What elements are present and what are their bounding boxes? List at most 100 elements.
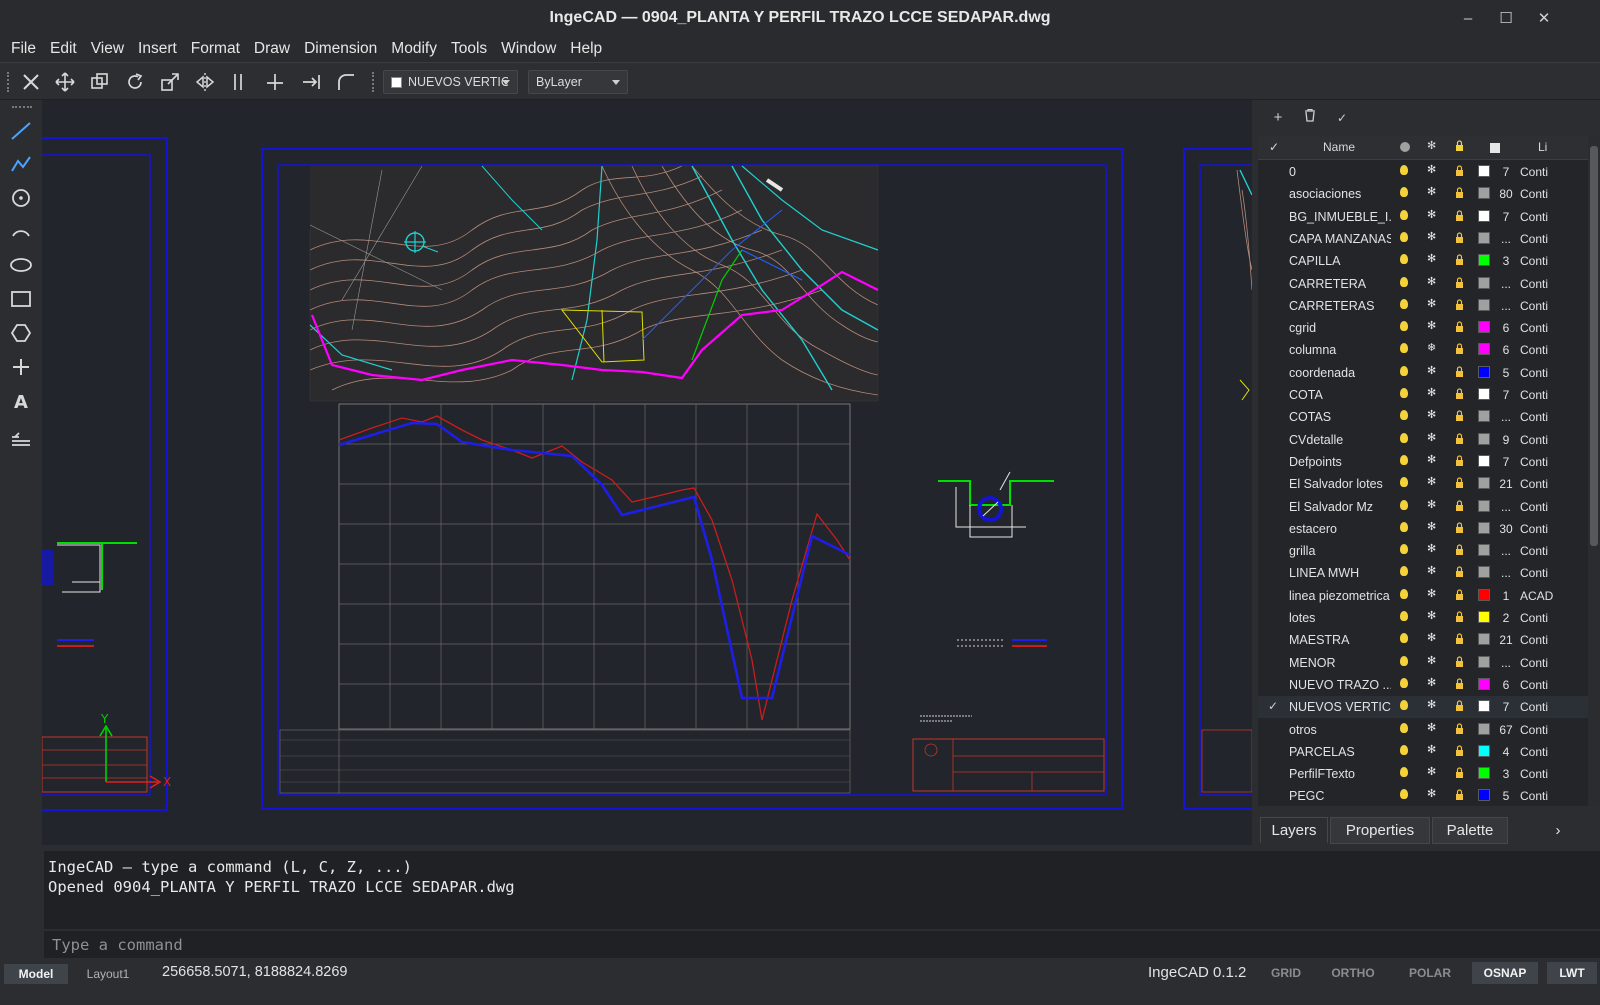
layer-linetype[interactable]: Conti	[1520, 477, 1548, 491]
fillet-icon[interactable]	[333, 69, 359, 95]
visibility-bulb-icon[interactable]	[1400, 343, 1408, 354]
lock-icon[interactable]	[1455, 655, 1464, 667]
visibility-bulb-icon[interactable]	[1400, 521, 1408, 532]
thawed-sun-icon[interactable]: ✻	[1427, 275, 1436, 288]
visibility-bulb-icon[interactable]	[1400, 209, 1408, 220]
thawed-sun-icon[interactable]: ✻	[1427, 743, 1436, 756]
layer-name[interactable]: El Salvador lotes	[1289, 477, 1391, 491]
layer-color-swatch[interactable]	[1478, 767, 1490, 780]
layer-name[interactable]: Defpoints	[1289, 455, 1391, 469]
extend-icon[interactable]	[298, 69, 324, 95]
layer-linetype[interactable]: Conti	[1520, 700, 1548, 714]
tab-layers[interactable]: Layers	[1260, 817, 1328, 844]
lock-icon[interactable]	[1455, 744, 1464, 756]
thawed-sun-icon[interactable]: ✻	[1427, 230, 1436, 243]
layer-name[interactable]: estacero	[1289, 522, 1391, 536]
layer-name[interactable]: columna	[1289, 343, 1391, 357]
thawed-sun-icon[interactable]: ✻	[1427, 319, 1436, 332]
lock-icon[interactable]	[1455, 588, 1464, 600]
layer-color-swatch[interactable]	[1478, 298, 1490, 311]
layer-name[interactable]: NUEVOS VERTICES	[1289, 700, 1391, 714]
visibility-bulb-icon[interactable]	[1400, 633, 1408, 644]
layer-color-swatch[interactable]	[1478, 321, 1490, 334]
layer-color-swatch[interactable]	[1478, 655, 1490, 668]
layer-linetype[interactable]: Conti	[1520, 254, 1548, 268]
layer-row[interactable]: MENOR ✻... Conti	[1258, 652, 1600, 674]
layer-name[interactable]: CARRETERAS	[1289, 299, 1391, 313]
offset-icon[interactable]	[225, 69, 251, 95]
layer-name[interactable]: MENOR	[1289, 656, 1391, 670]
layer-row[interactable]: PEGC ✻ 5 Conti	[1258, 785, 1600, 806]
tab-layout1[interactable]: Layout1	[78, 964, 138, 984]
visibility-bulb-icon[interactable]	[1400, 254, 1408, 265]
layer-linetype[interactable]: Conti	[1520, 433, 1548, 447]
toggle-osnap[interactable]: OSNAP	[1472, 962, 1538, 984]
layer-row[interactable]: CARRETERA ✻... Conti	[1258, 273, 1600, 295]
thawed-sun-icon[interactable]: ✻	[1427, 631, 1436, 644]
layer-name[interactable]: 0	[1289, 165, 1391, 179]
layer-row[interactable]: estacero ✻ 30 Conti	[1258, 518, 1600, 540]
layer-color-swatch[interactable]	[1478, 566, 1490, 579]
layer-name[interactable]: PARCELAS	[1289, 745, 1391, 759]
layer-color-swatch[interactable]	[1478, 521, 1490, 534]
thawed-sun-icon[interactable]: ✻	[1427, 587, 1436, 600]
layer-name[interactable]: El Salvador Mz	[1289, 500, 1391, 514]
layer-name[interactable]: grilla	[1289, 544, 1391, 558]
toolbar-grip-2[interactable]	[372, 72, 376, 92]
menu-format[interactable]: Format	[184, 40, 247, 58]
layer-name[interactable]: NUEVO TRAZO ...	[1289, 678, 1391, 692]
layer-color-swatch[interactable]	[1478, 544, 1490, 557]
layer-linetype[interactable]: Conti	[1520, 388, 1548, 402]
thawed-sun-icon[interactable]: ✻	[1427, 386, 1436, 399]
layer-color-swatch[interactable]	[1478, 789, 1490, 802]
layer-name[interactable]: LINEA MWH	[1289, 566, 1391, 580]
lock-icon[interactable]	[1455, 342, 1464, 355]
visibility-bulb-icon[interactable]	[1400, 187, 1408, 198]
lock-icon[interactable]	[1455, 298, 1464, 310]
layer-name[interactable]: CAPILLA	[1289, 254, 1391, 268]
minimize-button[interactable]: –	[1448, 0, 1488, 36]
layer-row[interactable]: LINEA MWH ✻... Conti	[1258, 562, 1600, 584]
lock-icon[interactable]	[1455, 521, 1464, 533]
visibility-bulb-icon[interactable]	[1400, 231, 1408, 242]
scrollbar-thumb[interactable]	[1590, 146, 1598, 546]
layer-color-swatch[interactable]	[1478, 187, 1490, 200]
layer-row[interactable]: ✓ NUEVOS VERTICES ✻ 7 Conti	[1258, 696, 1600, 719]
layer-linetype[interactable]: Conti	[1520, 723, 1548, 737]
lock-icon[interactable]	[1455, 766, 1464, 779]
menu-insert[interactable]: Insert	[131, 40, 184, 58]
layer-linetype[interactable]: Conti	[1520, 767, 1548, 781]
lock-icon[interactable]	[1455, 476, 1464, 489]
layer-name[interactable]: CAPA MANZANAS	[1289, 232, 1391, 246]
layer-color-swatch[interactable]	[1478, 744, 1490, 757]
rotate-icon[interactable]	[122, 69, 148, 95]
visibility-bulb-icon[interactable]	[1400, 744, 1408, 755]
layer-row[interactable]: NUEVO TRAZO ... ✻ 6 Conti	[1258, 674, 1600, 696]
layer-name[interactable]: asociaciones	[1289, 187, 1391, 201]
layer-color-swatch[interactable]	[1478, 276, 1490, 289]
close-button[interactable]: ✕	[1524, 0, 1564, 36]
layer-combo[interactable]: NUEVOS VERTICE	[383, 70, 518, 94]
layer-linetype[interactable]: Conti	[1520, 566, 1548, 580]
plus-icon[interactable]: +	[1269, 109, 1287, 127]
thawed-sun-icon[interactable]: ✻	[1427, 208, 1436, 221]
layer-color-swatch[interactable]	[1478, 611, 1490, 623]
thawed-sun-icon[interactable]: ✻	[1427, 297, 1436, 310]
layer-linetype[interactable]: Conti	[1520, 165, 1548, 179]
visibility-bulb-icon[interactable]	[1400, 789, 1408, 800]
lock-icon[interactable]	[1455, 186, 1464, 199]
visibility-bulb-icon[interactable]	[1400, 298, 1408, 309]
layer-color-swatch[interactable]	[1478, 700, 1490, 713]
visibility-bulb-icon[interactable]	[1400, 432, 1408, 443]
layer-color-swatch[interactable]	[1478, 410, 1490, 423]
visibility-bulb-icon[interactable]	[1400, 700, 1408, 711]
menu-dimension[interactable]: Dimension	[297, 40, 384, 58]
layer-row[interactable]: coordenada ✻ 5 Conti	[1258, 362, 1600, 384]
visibility-bulb-icon[interactable]	[1400, 365, 1408, 376]
scale-icon[interactable]	[157, 69, 183, 95]
ellipse-icon[interactable]	[7, 251, 35, 279]
layer-linetype[interactable]: Conti	[1520, 789, 1548, 803]
thawed-sun-icon[interactable]: ✻	[1427, 453, 1436, 466]
text-icon[interactable]: A	[7, 387, 35, 415]
layer-row[interactable]: PARCELAS ✻ 4 Conti	[1258, 741, 1600, 763]
